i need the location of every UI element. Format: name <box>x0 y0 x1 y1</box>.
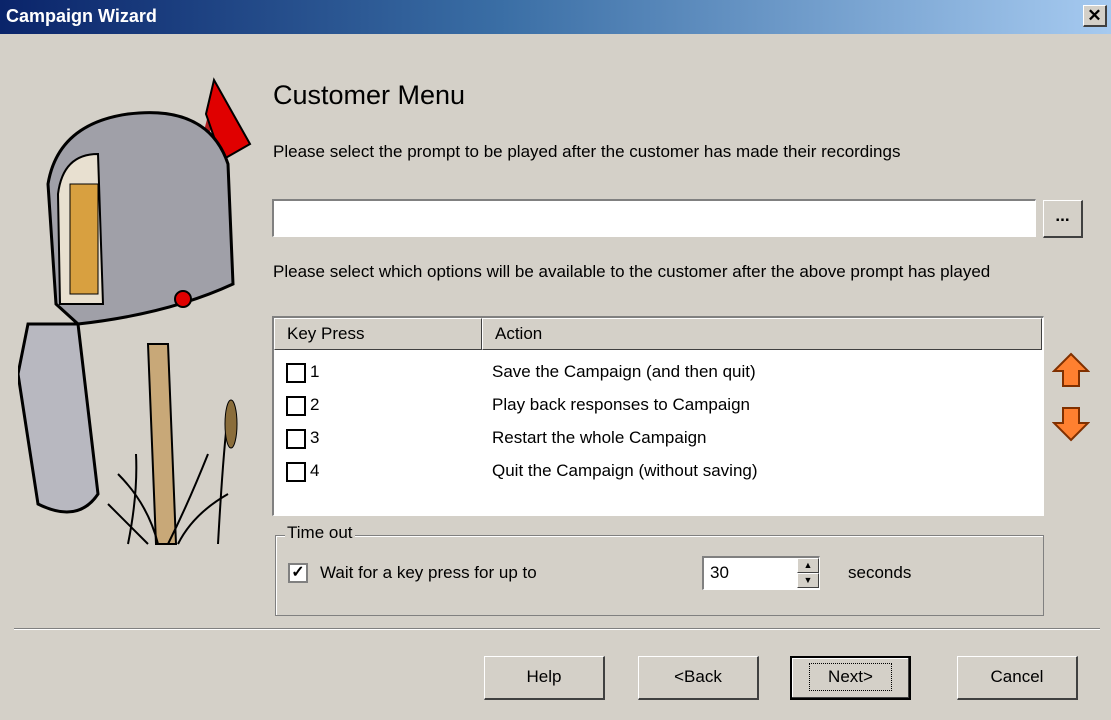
action-cell: Quit the Campaign (without saving) <box>492 461 758 480</box>
next-button-label: Next> <box>809 663 892 691</box>
cancel-button[interactable]: Cancel <box>957 656 1078 700</box>
table-row[interactable]: 2 Play back responses to Campaign <box>274 389 1042 422</box>
key-press-cell: 3 <box>310 428 320 447</box>
wait-label: Wait for a key press for up to <box>320 563 537 582</box>
stepper-down-icon[interactable]: ▼ <box>797 573 819 588</box>
next-button[interactable]: Next> <box>790 656 911 700</box>
option-checkbox[interactable] <box>286 462 306 482</box>
stepper-buttons: ▲ ▼ <box>797 558 819 588</box>
prompt-input[interactable] <box>272 199 1036 237</box>
move-down-button[interactable] <box>1051 404 1091 444</box>
page-title: Customer Menu <box>273 80 466 110</box>
mailbox-illustration <box>18 77 252 545</box>
column-header-key-press[interactable]: Key Press <box>274 318 482 350</box>
back-button[interactable]: <Back <box>638 656 759 700</box>
help-button[interactable]: Help <box>484 656 605 700</box>
option-checkbox[interactable] <box>286 363 306 383</box>
seconds-value[interactable]: 30 <box>710 563 729 583</box>
seconds-label: seconds <box>848 563 912 582</box>
stepper-up-icon[interactable]: ▲ <box>797 558 819 573</box>
option-checkbox[interactable] <box>286 396 306 416</box>
timeout-group-label: Time out <box>285 523 355 543</box>
key-press-cell: 1 <box>310 362 320 381</box>
arrow-down-icon <box>1051 407 1091 442</box>
browse-button[interactable]: ... <box>1043 200 1083 238</box>
arrow-up-icon <box>1051 352 1091 387</box>
options-table: Key Press Action 1 Save the Campaign (an… <box>272 316 1044 516</box>
option-checkbox[interactable] <box>286 429 306 449</box>
key-press-cell: 2 <box>310 395 320 414</box>
action-cell: Save the Campaign (and then quit) <box>492 362 756 381</box>
close-icon: ✕ <box>1087 6 1102 25</box>
separator <box>14 628 1100 630</box>
table-row[interactable]: 3 Restart the whole Campaign <box>274 422 1042 455</box>
close-button[interactable]: ✕ <box>1083 5 1107 27</box>
column-header-action[interactable]: Action <box>482 318 1042 350</box>
title-bar: Campaign Wizard ✕ <box>0 0 1111 34</box>
window-title: Campaign Wizard <box>6 6 157 26</box>
options-description: Please select which options will be avai… <box>273 262 991 281</box>
move-up-button[interactable] <box>1051 350 1091 390</box>
key-press-cell: 4 <box>310 461 320 480</box>
prompt-description: Please select the prompt to be played af… <box>273 142 901 161</box>
seconds-stepper[interactable]: 30 ▲ ▼ <box>702 556 820 590</box>
table-row[interactable]: 4 Quit the Campaign (without saving) <box>274 455 1042 488</box>
action-cell: Restart the whole Campaign <box>492 428 707 447</box>
table-header: Key Press Action <box>274 318 1042 350</box>
action-cell: Play back responses to Campaign <box>492 395 750 414</box>
table-row[interactable]: 1 Save the Campaign (and then quit) <box>274 356 1042 389</box>
wait-checkbox[interactable]: ✓ <box>288 563 308 583</box>
